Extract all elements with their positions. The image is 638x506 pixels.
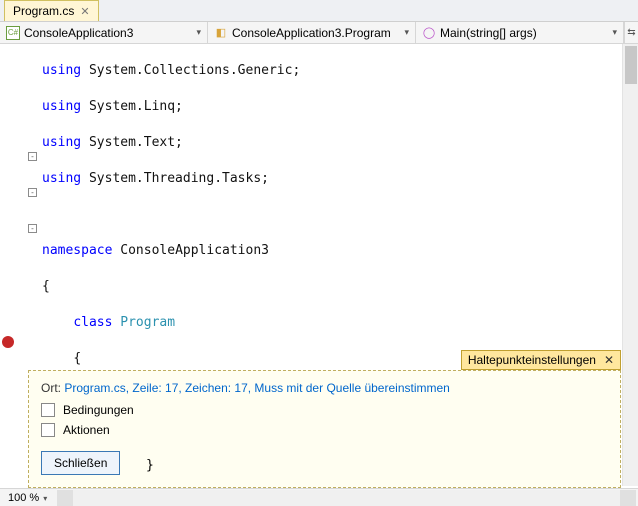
- ns-text: System.Linq;: [81, 99, 183, 114]
- ns-name: ConsoleApplication3: [112, 243, 269, 258]
- close-icon[interactable]: ✕: [80, 5, 89, 18]
- conditions-label: Bedingungen: [63, 403, 134, 417]
- nav-method-label: Main(string[] args): [440, 26, 537, 40]
- nav-class-dropdown[interactable]: ◧ ConsoleApplication3.Program ▾: [208, 22, 416, 43]
- kw-namespace: namespace: [42, 243, 112, 258]
- brace: }: [40, 458, 154, 473]
- kw-using: using: [42, 171, 81, 186]
- vertical-scrollbar[interactable]: [622, 44, 638, 486]
- horizontal-scrollbar[interactable]: [57, 490, 636, 506]
- close-icon[interactable]: ✕: [604, 353, 614, 367]
- kw-class: class: [73, 315, 112, 330]
- nav-project-label: ConsoleApplication3: [24, 26, 133, 40]
- breakpoint-settings-tab: Haltepunkteinstellungen ✕: [461, 350, 621, 370]
- csharp-project-icon: C#: [6, 26, 20, 40]
- file-tab-program[interactable]: Program.cs ✕: [4, 0, 99, 21]
- scrollbar-thumb[interactable]: [625, 46, 637, 84]
- chevron-down-icon: ▾: [612, 27, 617, 38]
- conditions-row: Bedingungen: [41, 403, 608, 417]
- zoom-value: 100 %: [8, 492, 39, 504]
- location-label: Ort:: [41, 381, 64, 395]
- actions-label: Aktionen: [63, 423, 110, 437]
- ns-text: System.Threading.Tasks;: [81, 171, 269, 186]
- editor-tabbar: Program.cs ✕: [0, 0, 638, 22]
- method-icon: ◯: [422, 26, 436, 40]
- class-name: Program: [112, 315, 175, 330]
- location-link[interactable]: Program.cs, Zeile: 17, Zeichen: 17, Muss…: [64, 381, 450, 395]
- code-editor[interactable]: - - - using System.Collections.Generic; …: [0, 44, 638, 486]
- nav-method-dropdown[interactable]: ◯ Main(string[] args) ▾: [416, 22, 624, 43]
- kw-using: using: [42, 135, 81, 150]
- outline-toggle-icon[interactable]: -: [28, 188, 37, 197]
- actions-row: Aktionen: [41, 423, 608, 437]
- brace: {: [73, 351, 81, 366]
- outline-toggle-icon[interactable]: -: [28, 224, 37, 233]
- outline-toggle-icon[interactable]: -: [28, 152, 37, 161]
- nav-breadcrumb: C# ConsoleApplication3 ▾ ◧ ConsoleApplic…: [0, 22, 638, 44]
- class-icon: ◧: [214, 26, 228, 40]
- status-bar: 100 % ▾: [0, 488, 638, 506]
- chevron-down-icon: ▾: [404, 27, 409, 38]
- tab-title: Program.cs: [13, 4, 74, 18]
- location-line: Ort: Program.cs, Zeile: 17, Zeichen: 17,…: [41, 381, 608, 395]
- ns-text: System.Text;: [81, 135, 183, 150]
- chevron-down-icon: ▾: [196, 27, 201, 38]
- actions-checkbox[interactable]: [41, 423, 55, 437]
- ns-text: System.Collections.Generic;: [81, 63, 300, 78]
- split-toggle-icon[interactable]: ⇆: [624, 22, 638, 43]
- nav-class-label: ConsoleApplication3.Program: [232, 26, 391, 40]
- brace: {: [42, 279, 50, 294]
- conditions-checkbox[interactable]: [41, 403, 55, 417]
- breakpoint-icon[interactable]: [2, 336, 14, 348]
- panel-title: Haltepunkteinstellungen: [468, 353, 596, 367]
- kw-using: using: [42, 99, 81, 114]
- kw-using: using: [42, 63, 81, 78]
- zoom-dropdown[interactable]: 100 % ▾: [0, 492, 55, 504]
- chevron-down-icon: ▾: [43, 494, 47, 503]
